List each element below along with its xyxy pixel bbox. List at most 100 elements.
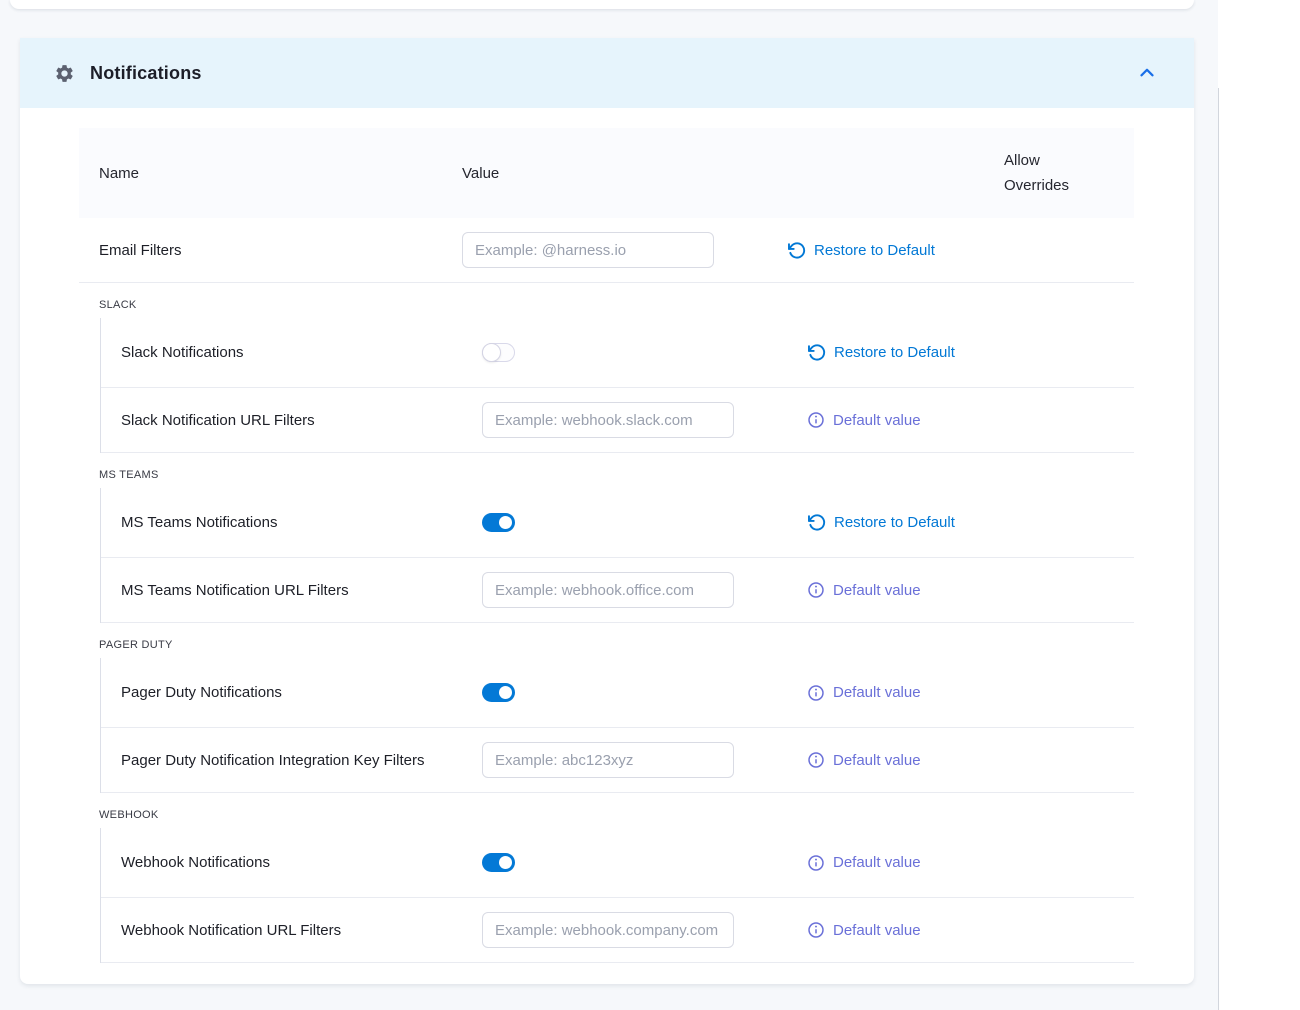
settings-section-pager-duty: PAGER DUTY Pager Duty Notifications Defaul…: [79, 639, 1134, 793]
info-icon: [807, 411, 825, 429]
setting-row: Pager Duty Notification Integration Key …: [101, 728, 1134, 793]
setting-value-cell: [482, 912, 807, 948]
settings-group: MS Teams Notifications Restore to Default…: [100, 488, 1134, 623]
webhook-notifications-toggle[interactable]: [482, 853, 515, 872]
action-label: Default value: [833, 854, 921, 871]
info-icon: [807, 581, 825, 599]
info-icon: [807, 751, 825, 769]
settings-group: Webhook NotificationsDefault valueWebhoo…: [100, 828, 1134, 963]
section-label: WEBHOOK: [79, 809, 1134, 821]
ms-teams-notification-url-filters-input[interactable]: [482, 572, 734, 608]
section-label: MS TEAMS: [79, 469, 1134, 481]
action-label: Default value: [833, 752, 921, 769]
setting-action-cell: Default value: [807, 411, 1134, 429]
action-label: Default value: [833, 582, 921, 599]
setting-action-cell: Default value: [807, 581, 1134, 599]
ms-teams-notifications-toggle[interactable]: [482, 513, 515, 532]
restore-to-default-link[interactable]: Restore to Default: [807, 343, 955, 362]
setting-value-cell: [482, 683, 807, 702]
setting-name: MS Teams Notifications: [121, 514, 482, 531]
pager-duty-notifications-toggle[interactable]: [482, 683, 515, 702]
setting-action-cell: Default value: [807, 921, 1134, 939]
column-header-name: Name: [99, 165, 462, 182]
notifications-panel: Notifications Name Value Allow Overrides…: [20, 38, 1194, 984]
setting-name: Pager Duty Notification Integration Key …: [121, 752, 482, 769]
default-value-link[interactable]: Default value: [807, 854, 921, 872]
default-value-link[interactable]: Default value: [807, 411, 921, 429]
settings-section-webhook: WEBHOOK Webhook Notifications Default valu…: [79, 809, 1134, 963]
slack-notification-url-filters-input[interactable]: [482, 402, 734, 438]
setting-row: Webhook Notification URL Filters Default …: [101, 898, 1134, 963]
restore-to-default-link[interactable]: Restore to Default: [787, 241, 935, 260]
restore-to-default-link[interactable]: Restore to Default: [807, 513, 955, 532]
setting-value-cell: [482, 343, 807, 362]
info-icon: [807, 921, 825, 939]
setting-row: Webhook Notifications Default value: [101, 828, 1134, 898]
default-value-link[interactable]: Default value: [807, 751, 921, 769]
setting-value-cell: [482, 513, 807, 532]
collapsed-card-edge: [10, 0, 1194, 9]
restore-icon: [807, 343, 826, 362]
setting-action-cell: Restore to Default: [787, 241, 1134, 260]
setting-row: Email Filters Restore to Default: [79, 218, 1134, 283]
setting-action-cell: Restore to Default: [807, 513, 1134, 532]
table-header: Name Value Allow Overrides: [79, 128, 1134, 218]
restore-icon: [807, 513, 826, 532]
chevron-up-icon[interactable]: [1136, 62, 1158, 84]
setting-value-cell: [482, 742, 807, 778]
action-label: Restore to Default: [814, 242, 935, 259]
setting-action-cell: Default value: [807, 854, 1134, 872]
setting-row: Slack Notifications Restore to Default: [101, 318, 1134, 388]
panel-title: Notifications: [90, 63, 202, 84]
toggle-knob: [499, 686, 512, 699]
settings-section-ms-teams: MS TEAMS MS Teams Notifications Restore to…: [79, 469, 1134, 623]
default-value-link[interactable]: Default value: [807, 921, 921, 939]
webhook-notification-url-filters-input[interactable]: [482, 912, 734, 948]
setting-value-cell: [462, 232, 787, 268]
setting-row: Slack Notification URL Filters Default va…: [101, 388, 1134, 453]
default-value-link[interactable]: Default value: [807, 684, 921, 702]
setting-name: Webhook Notification URL Filters: [121, 922, 482, 939]
setting-row: MS Teams Notifications Restore to Default: [101, 488, 1134, 558]
settings-group: Pager Duty NotificationsDefault valuePag…: [100, 658, 1134, 793]
setting-name: Webhook Notifications: [121, 854, 482, 871]
section-label: SLACK: [79, 299, 1134, 311]
setting-value-cell: [482, 402, 807, 438]
setting-name: Slack Notifications: [121, 344, 482, 361]
setting-value-cell: [482, 853, 807, 872]
section-label: PAGER DUTY: [79, 639, 1134, 651]
setting-name: Slack Notification URL Filters: [121, 412, 482, 429]
action-label: Default value: [833, 684, 921, 701]
info-icon: [807, 684, 825, 702]
restore-icon: [787, 241, 806, 260]
pager-duty-notification-integration-key-filters-input[interactable]: [482, 742, 734, 778]
setting-name: Email Filters: [99, 242, 462, 259]
column-header-allow-overrides: Allow Overrides: [1004, 148, 1088, 198]
setting-name: MS Teams Notification URL Filters: [121, 582, 482, 599]
setting-action-cell: Default value: [807, 684, 1134, 702]
toggle-knob: [482, 343, 501, 362]
slack-notifications-toggle[interactable]: [482, 343, 515, 362]
settings-section-slack: SLACK Slack Notifications Restore to Defau…: [79, 299, 1134, 453]
settings-group: Slack NotificationsRestore to DefaultSla…: [100, 318, 1134, 453]
column-header-value: Value: [462, 165, 787, 182]
setting-name: Pager Duty Notifications: [121, 684, 482, 701]
default-value-link[interactable]: Default value: [807, 581, 921, 599]
action-label: Restore to Default: [834, 514, 955, 531]
settings-rows: Email Filters Restore to Default SLACK Slac…: [79, 218, 1134, 963]
setting-value-cell: [482, 572, 807, 608]
action-label: Default value: [833, 922, 921, 939]
action-label: Default value: [833, 412, 921, 429]
toggle-knob: [499, 856, 512, 869]
toggle-knob: [499, 516, 512, 529]
panel-body: Name Value Allow Overrides Email Filters…: [20, 108, 1194, 984]
setting-row: Pager Duty Notifications Default value: [101, 658, 1134, 728]
notifications-panel-header[interactable]: Notifications: [20, 38, 1194, 108]
setting-action-cell: Restore to Default: [807, 343, 1134, 362]
gear-icon: [54, 63, 75, 84]
setting-action-cell: Default value: [807, 751, 1134, 769]
action-label: Restore to Default: [834, 344, 955, 361]
setting-row: MS Teams Notification URL Filters Default…: [101, 558, 1134, 623]
email-filters-input[interactable]: [462, 232, 714, 268]
vertical-divider: [1218, 88, 1219, 1010]
